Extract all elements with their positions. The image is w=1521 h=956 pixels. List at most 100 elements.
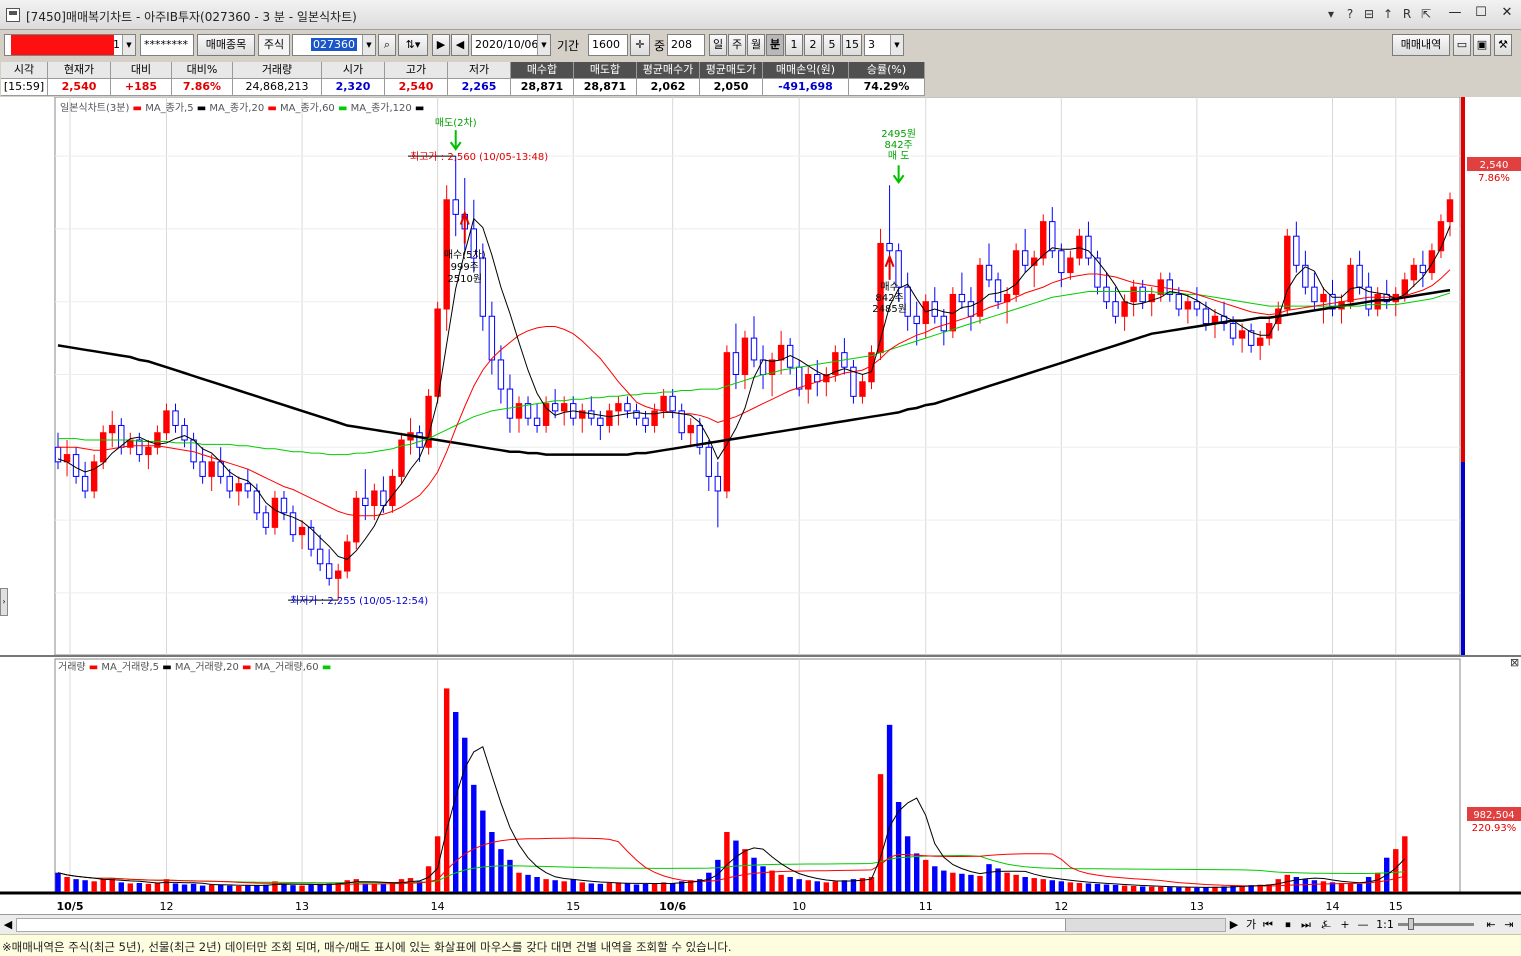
crosshair-button[interactable]: ✛ [630,34,650,56]
scroll-track[interactable] [16,918,1226,932]
min2-button[interactable]: 2 [804,34,822,56]
minute-button[interactable]: 분 [766,34,784,56]
volume-bar [236,886,242,892]
volume-bar [172,883,179,892]
zoom-in-icon[interactable]: + [1338,917,1352,933]
volume-bar [154,882,161,892]
zoom-slider[interactable] [1398,918,1474,930]
volume-bar [1058,881,1065,892]
table-cell: 28,871 [574,79,637,96]
zoom-area-icon[interactable]: ⍼ [1318,917,1334,933]
candle-body [226,475,233,492]
r-icon[interactable]: R [1400,7,1414,21]
expand-icon[interactable]: ⇱ [1419,7,1433,21]
table-cell: 2,320 [322,79,385,96]
table-cell: 7.86% [172,79,233,96]
candle-body [705,446,713,477]
legend-entry: MA_종가,20 [209,103,265,114]
volume-bar [805,880,811,892]
volume-bar [254,885,260,892]
price-badge: 2,540 [1480,160,1509,171]
chart-svg[interactable]: 10/5 12 13 14 15 10/6 10 11 12 13 14 15 최고가 : 2,560 … [0,97,1521,915]
password-field[interactable]: ******** [140,34,194,56]
dropdown-icon[interactable]: ▾ [1324,7,1338,21]
candle-body [316,548,324,565]
search-button[interactable]: ⌕ [378,34,396,56]
trade-items-button[interactable]: 매매종목 [197,34,255,56]
prev-button[interactable]: ▶ [432,34,450,56]
help-icon[interactable]: ? [1343,7,1357,21]
legend-entry: MA_종가,60 [280,103,335,114]
history-button[interactable]: 매매내역 [1392,34,1450,56]
period-input[interactable]: 1600 [588,34,628,56]
chart-scrollbar[interactable]: ◀ ▶ 가 ⏮ ⏹ ⏭ ⍼ + — 1:1 ⇤ ⇥ [0,914,1521,934]
volume-bar [950,872,956,892]
zoom-reset-button[interactable]: 1:1 [1374,917,1396,933]
minute-select[interactable]: 3 ▼ [864,34,904,56]
volume-bar [1347,883,1354,892]
volume-bar [1402,836,1408,892]
code-input[interactable]: 027360 ▼ [292,34,376,56]
text-icon[interactable]: 가 [1244,917,1258,933]
side-collapse-tab[interactable]: › [0,588,8,616]
close-button[interactable]: ✕ [1494,3,1520,23]
arrow-up-icon[interactable]: ↑ [1381,7,1395,21]
volume-bar [1176,887,1182,892]
volume-bar [516,872,522,892]
next-button[interactable]: ◀ [451,34,469,56]
fast-forward-icon[interactable]: ⏭ [1298,917,1314,933]
legend-marker: ▬ [159,662,175,673]
sell-signal-label: 매 도 [888,150,910,162]
candle-body [913,315,920,325]
table-cell: 28,871 [511,79,574,96]
scroll-thumb[interactable] [1065,919,1225,931]
candle-body [479,257,487,317]
week-button[interactable]: 주 [728,34,746,56]
save-button[interactable]: ▣ [1473,34,1491,56]
day-button[interactable]: 일 [709,34,727,56]
min15-button[interactable]: 15 [842,34,862,56]
stock-type-label[interactable]: 주식 [258,34,290,56]
volume-bar [769,870,775,892]
volume-bar [669,883,676,892]
volume-bar [832,881,839,892]
split-icon[interactable]: ⊟ [1362,7,1376,21]
zoom-out-icon[interactable]: — [1356,917,1370,933]
volume-bar [217,884,224,892]
volume-bar [579,882,585,892]
candle-body [1202,308,1210,325]
first-icon[interactable]: ⇤ [1484,917,1498,933]
month-button[interactable]: 월 [747,34,765,56]
sort-button[interactable]: ⇅▾ [398,34,428,56]
candle-body [1238,330,1246,339]
candle-body [1085,235,1092,259]
close-pane-icon[interactable]: ⊠ [1510,656,1519,669]
volume-bar [145,883,152,892]
scroll-right-icon[interactable]: ▶ [1228,917,1240,933]
stop-icon[interactable]: ⏹ [1280,917,1296,933]
table-cell: 74.29% [849,79,925,96]
minimize-button[interactable]: — [1442,3,1468,23]
chart-area[interactable]: 10/5 12 13 14 15 10/6 10 11 12 13 14 15 최고가 : 2,560 … [0,97,1521,915]
candle-body [606,410,613,426]
date-input[interactable]: 2020/10/06 ▼ [471,34,551,56]
settings-button[interactable]: ⚒ [1494,34,1512,56]
high-price-label: 최고가 : 2,560 (10/05-13:48) [410,151,548,163]
last-icon[interactable]: ⇥ [1502,917,1516,933]
account-select[interactable]: 1 ▼ [4,34,136,56]
candle-body [235,483,242,492]
volume-bar [823,882,830,892]
scroll-left-icon[interactable]: ◀ [2,917,14,933]
volume-bar [778,874,784,892]
legend-entry: MA_거래량,5 [101,662,160,673]
rewind-icon[interactable]: ⏮ [1260,917,1276,933]
zoom-slider-thumb[interactable] [1408,918,1414,930]
candle-body [560,403,568,412]
maximize-button[interactable]: ☐ [1468,3,1494,23]
min5-button[interactable]: 5 [823,34,841,56]
min1-button[interactable]: 1 [785,34,803,56]
candle-body [985,264,993,281]
candle-body [244,483,252,492]
folder-button[interactable]: ▭ [1453,34,1471,56]
count-input[interactable]: 208 [667,34,705,56]
